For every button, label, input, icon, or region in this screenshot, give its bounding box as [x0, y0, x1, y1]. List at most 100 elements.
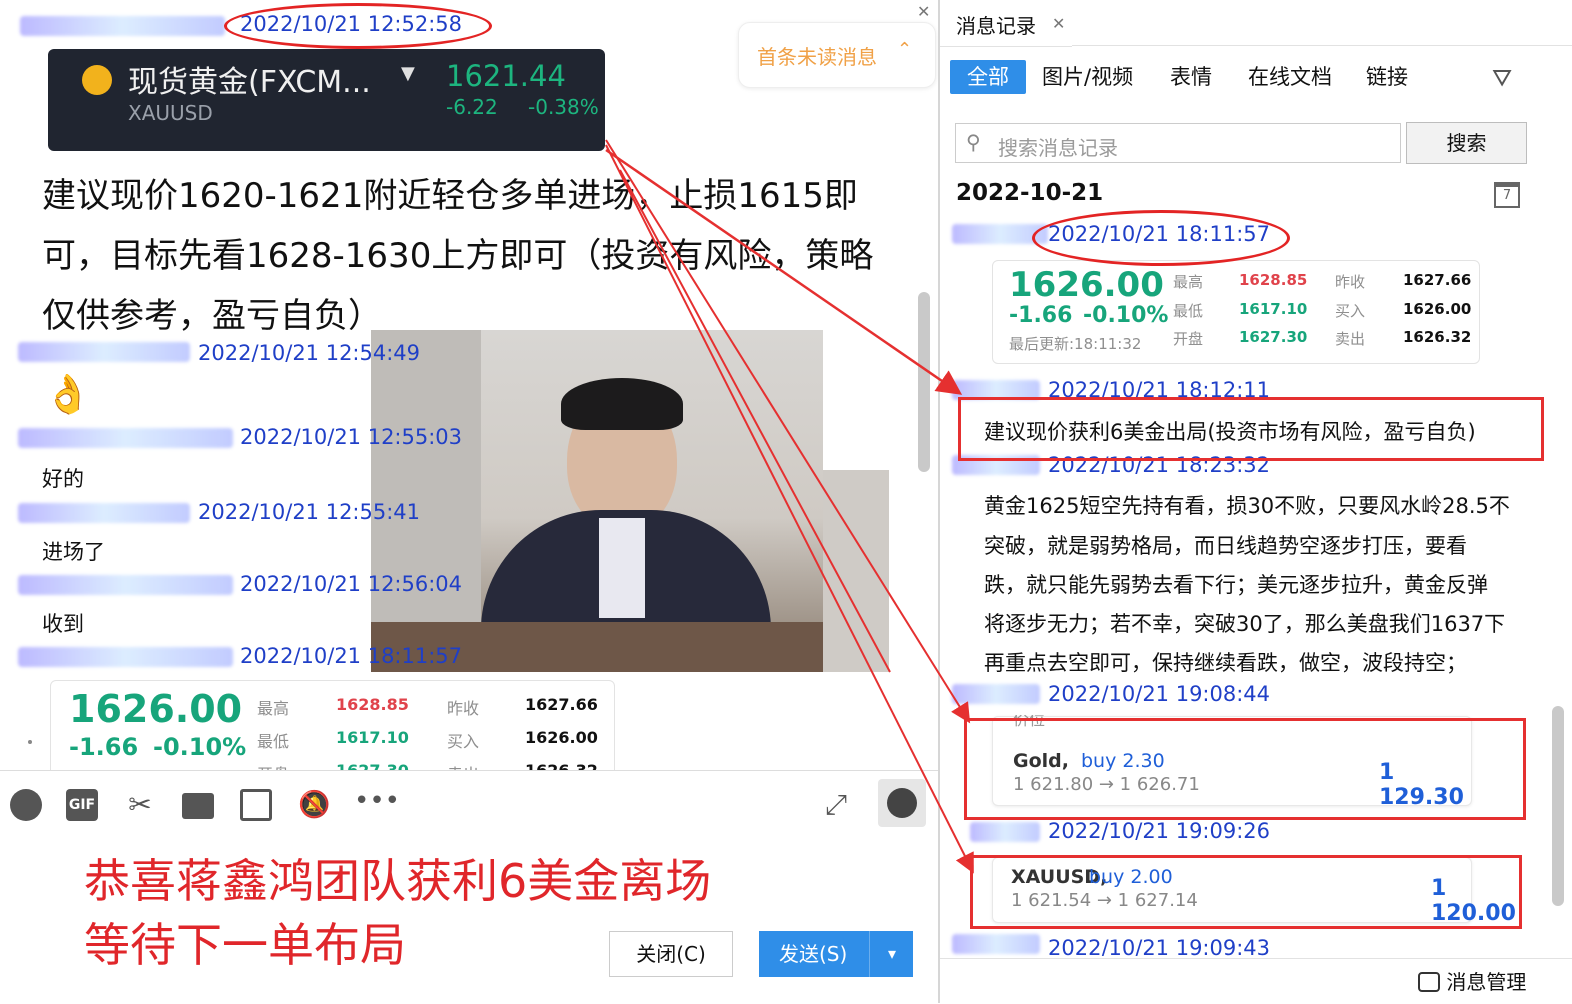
history-timestamp: 2022/10/21 19:09:43 — [1048, 936, 1271, 956]
search-placeholder: 搜索消息记录 — [998, 136, 1118, 160]
quote-label: 昨收 — [1335, 273, 1366, 291]
quote-label: 卖出 — [1335, 330, 1366, 348]
gif-icon[interactable]: GIF — [66, 789, 98, 821]
message-timestamp: 2022/10/21 12:56:04 — [240, 572, 463, 596]
message-text: 收到 — [42, 612, 84, 636]
search-button[interactable]: 搜索 — [1406, 122, 1527, 164]
quote-label: 买入 — [1335, 302, 1366, 320]
search-input[interactable]: ⚲ 搜索消息记录 — [955, 123, 1401, 163]
quote-buy: 1626.00 — [1403, 300, 1472, 318]
calendar-day: 7 — [1502, 188, 1512, 203]
chat-bubble-icon — [1418, 972, 1440, 992]
folder-icon[interactable] — [182, 793, 214, 819]
quote-price: 1626.00 — [69, 687, 243, 731]
gold-widget-price: 1621.44 — [446, 59, 566, 93]
quote-label: 开盘 — [1173, 330, 1204, 348]
message-timestamp: 2022/10/21 18:11:57 — [240, 644, 463, 668]
quote-label: 最高 — [1173, 273, 1204, 291]
chat-scrollbar[interactable] — [918, 292, 930, 472]
sender-name-redacted — [18, 342, 190, 362]
gold-widget-change: -6.22 — [446, 95, 498, 119]
panel-scrollbar[interactable] — [1552, 706, 1564, 906]
compose-text-line1: 恭喜蒋鑫鸿团队获利6美金离场 — [84, 854, 712, 908]
date-header: 2022-10-21 — [956, 180, 1104, 206]
quote-label: 最低 — [1173, 302, 1204, 320]
close-icon[interactable]: ✕ — [917, 2, 930, 21]
gold-widget-name: 现货黄金(FXCM... — [128, 65, 371, 100]
annotation-oval — [1032, 210, 1290, 266]
input-area[interactable]: GIF ✂ 🔕 ••• ⤢ 恭喜蒋鑫鸿团队获利6美金离场 等待下一单布局 关闭(… — [0, 770, 938, 1004]
analysis-line: 突破，就是弱势格局，而日线趋势空逐步打压，要看 — [984, 534, 1467, 558]
send-button-label: 发送(S) — [779, 942, 848, 966]
calendar-icon[interactable]: 7 — [1494, 182, 1520, 208]
filter-icon[interactable]: ⛛ — [1492, 64, 1512, 92]
quote-open: 1627.30 — [1239, 328, 1308, 346]
tab-all[interactable]: 全部 — [950, 60, 1026, 94]
sender-name-redacted — [20, 16, 225, 36]
annotation-oval — [224, 3, 492, 49]
first-unread-button[interactable]: 首条未读消息 ⌃ — [738, 22, 936, 88]
sender-name-redacted — [18, 428, 233, 448]
quote-sell: 1626.32 — [1403, 328, 1472, 346]
photo-extension — [823, 470, 889, 672]
expand-icon[interactable]: ⤢ — [820, 789, 852, 821]
quote-updated: 最后更新:18:11:32 — [1009, 335, 1142, 353]
quote-price: 1626.00 — [1009, 265, 1164, 305]
annotation-box — [964, 718, 1526, 820]
tab-media[interactable]: 图片/视频 — [1042, 60, 1133, 94]
send-button[interactable]: 发送(S) ▾ — [759, 931, 913, 977]
sender-name-redacted — [952, 684, 1040, 704]
quote-label: 昨收 — [447, 699, 480, 718]
quote-high: 1628.85 — [1239, 271, 1308, 289]
gold-widget-change-pct: -0.38% — [528, 95, 599, 119]
mute-bell-icon[interactable]: 🔕 — [298, 789, 330, 821]
analysis-line: 跌，就只能先弱势去看下行；美元逐步拉升，黄金反弹 — [984, 573, 1488, 597]
tab-stickers[interactable]: 表情 — [1170, 60, 1212, 94]
quote-low: 1617.10 — [1239, 300, 1308, 318]
message-text: 进场了 — [42, 540, 105, 564]
quote-prev: 1627.66 — [525, 695, 598, 714]
tab-links[interactable]: 链接 — [1366, 60, 1408, 94]
quote-change: -1.66 — [69, 733, 139, 761]
quote-label: 最低 — [257, 732, 290, 751]
quote-low: 1617.10 — [336, 728, 409, 747]
sender-name-redacted — [18, 647, 233, 667]
quote-label: 最高 — [257, 699, 290, 718]
tab-docs[interactable]: 在线文档 — [1248, 60, 1332, 94]
emoji-icon[interactable] — [10, 789, 42, 821]
advice-message-line3: 仅供参考，盈亏自负） — [42, 296, 382, 336]
close-button[interactable]: 关闭(C) — [609, 931, 733, 977]
more-dot — [28, 740, 32, 744]
send-options-chevron-icon[interactable]: ▾ — [869, 931, 914, 977]
sender-name-redacted — [18, 503, 190, 523]
gold-coin-icon — [82, 65, 112, 95]
annotation-box — [970, 855, 1522, 929]
history-clock-icon[interactable] — [878, 779, 926, 827]
message-manage-button[interactable]: 消息管理 — [1418, 966, 1526, 995]
history-timestamp: 2022/10/21 19:08:44 — [1048, 682, 1271, 706]
person-photo — [371, 330, 823, 672]
scissors-icon[interactable]: ✂ — [124, 789, 156, 821]
history-timestamp-clip: 2022/10/21 19:09:43 — [1048, 936, 1270, 956]
sender-name-redacted — [970, 822, 1040, 842]
quote-buy: 1626.00 — [525, 728, 598, 747]
image-icon[interactable] — [240, 789, 272, 821]
double-chevron-up-icon: ⌃ — [897, 39, 913, 60]
message-timestamp: 2022/10/21 12:54:49 — [198, 341, 421, 365]
more-icon[interactable]: ••• — [354, 788, 400, 821]
chevron-down-icon[interactable]: ▼ — [401, 63, 415, 84]
gold-price-widget[interactable]: 现货黄金(FXCM... ▼ XAUUSD 1621.44 -6.22 -0.3… — [48, 49, 605, 151]
quote-change-pct: -0.10% — [1083, 303, 1169, 328]
analysis-line: 再重点去空即可，保持继续看跌，做空，波段持空； — [984, 651, 1467, 675]
ok-hand-emoji-icon: 👌 — [44, 372, 92, 416]
quote-change-pct: -0.10% — [153, 733, 247, 761]
advice-message-line2: 可，目标先看1628-1630上方即可（投资有风险，策略 — [42, 236, 874, 276]
close-button-label: 关闭(C) — [636, 942, 706, 966]
close-tab-icon[interactable]: ✕ — [1052, 14, 1065, 33]
history-panel: 消息记录 ✕ 全部 图片/视频 表情 在线文档 链接 ⛛ ⚲ 搜索消息记录 搜索… — [940, 0, 1572, 1003]
history-quote-card[interactable]: 1626.00 -1.66 -0.10% 最后更新:18:11:32 最高 16… — [992, 260, 1480, 364]
history-title-tab[interactable]: 消息记录 ✕ — [940, 0, 1072, 47]
quote-prev: 1627.66 — [1403, 271, 1472, 289]
quote-change: -1.66 — [1009, 303, 1073, 328]
chat-area: 2022/10/21 12:52:58 现货黄金(FXCM... ▼ XAUUS… — [0, 0, 938, 802]
